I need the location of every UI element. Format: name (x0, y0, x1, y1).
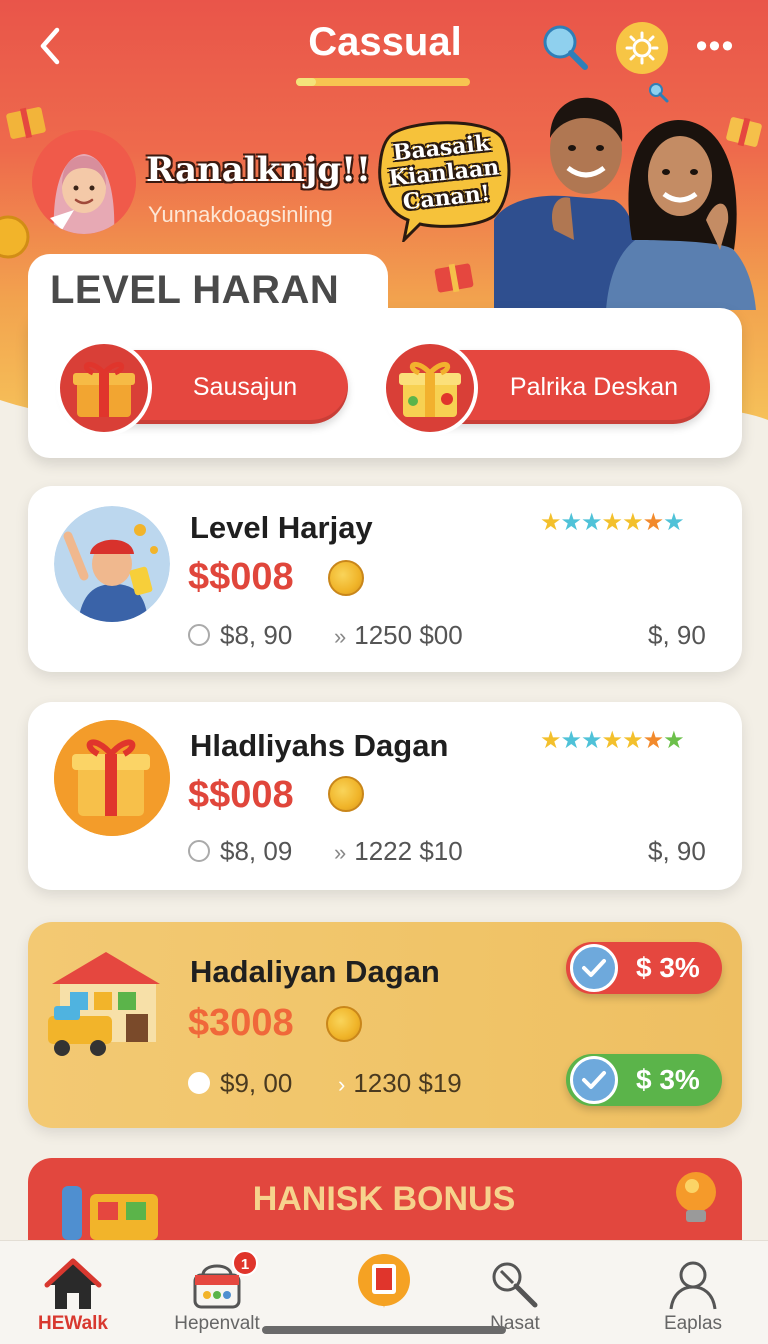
speech-bubble-text: Baasaik Kianlaan Canan! (387, 130, 501, 216)
info-icon (188, 1072, 210, 1095)
search-button[interactable] (540, 22, 590, 72)
user-icon (669, 1261, 717, 1310)
coin-decoration-icon (0, 215, 30, 259)
star-icon: ★ (601, 509, 623, 536)
chevron-right-icon: › (338, 1072, 346, 1097)
offer-meta-mid: » 1222 $10 (334, 836, 463, 866)
offer-price: $3008 (188, 1002, 294, 1044)
info-icon (188, 840, 210, 863)
bonus-title: HANISK BONUS (252, 1180, 516, 1218)
notification-badge: 1 (232, 1250, 258, 1276)
rating-stars: ★★★★★★★ (540, 508, 685, 537)
coin-icon (328, 560, 364, 596)
star-icon: ★ (540, 509, 561, 536)
badge-label: $ 3% (636, 952, 700, 983)
offer-thumbnail (54, 506, 170, 622)
offer-meta-left: $9, 00 (188, 1068, 292, 1099)
info-icon (188, 624, 210, 647)
star-icon: ★ (642, 727, 664, 754)
star-icon: ★ (642, 509, 664, 536)
offer-thumbnail (54, 720, 170, 836)
discount-badge-green[interactable]: $ 3% (566, 1054, 722, 1106)
promo-people-image (494, 97, 756, 310)
clipboard-icon[interactable] (357, 1250, 411, 1314)
offer-title: Hadaliyan Dagan (190, 954, 440, 989)
star-icon: ★ (560, 727, 582, 754)
offer-meta-right: $, 90 (648, 836, 706, 866)
page-title: Cassual (308, 20, 462, 64)
coin-icon (328, 776, 364, 812)
offer-title: Hladliyahs Dagan (190, 728, 449, 763)
profile-subtitle: Yunnakdoagsinling (148, 202, 333, 227)
wrench-icon (492, 1262, 538, 1308)
rating-stars: ★★★★★★★ (540, 726, 685, 755)
gift-decoration-icon (6, 107, 46, 139)
star-icon: ★ (540, 727, 561, 754)
offer-meta-left: $8, 09 (188, 836, 292, 867)
offer-title: Level Harjay (190, 510, 373, 545)
more-menu-button[interactable]: ••• (692, 26, 738, 66)
sausajun-label: Sausajun (192, 372, 298, 401)
discount-badge-red[interactable]: $ 3% (566, 942, 722, 994)
avatar-image (32, 130, 136, 234)
sausajun-button[interactable]: Sausajun (56, 340, 348, 436)
star-icon: ★ (663, 509, 684, 536)
palrika-deskan-button[interactable]: Palrika Deskan (382, 340, 710, 436)
offer-meta-right: $, 90 (648, 620, 706, 650)
title-underline (296, 78, 470, 86)
star-icon: ★ (622, 509, 643, 536)
nav-item-profile[interactable]: Eaplas (628, 1241, 758, 1344)
offer-price: $$008 (188, 556, 294, 598)
settings-button[interactable] (616, 22, 668, 74)
search-icon (543, 25, 588, 70)
top-bar: Cassual ••• (0, 0, 768, 103)
back-button[interactable] (28, 22, 72, 70)
chevron-double-right-icon: » (334, 840, 347, 865)
star-icon: ★ (622, 727, 643, 754)
offer-meta-mid: » 1250 $00 (334, 620, 463, 650)
nav-label: Eaplas (663, 1313, 723, 1334)
check-icon (570, 1056, 618, 1104)
home-indicator (262, 1326, 506, 1334)
home-icon (44, 1258, 102, 1309)
offer-meta-mid: › 1230 $19 (338, 1068, 462, 1098)
star-icon: ★ (560, 509, 582, 536)
chevron-left-icon (40, 27, 60, 65)
title-underline-marker (296, 78, 316, 86)
offer-card-1[interactable]: Level Harjay $$008 ★★★★★★★ $8, 90 » 1250 … (28, 486, 742, 672)
star-icon: ★ (581, 727, 602, 754)
offer-price: $$008 (188, 774, 294, 816)
offer-card-2[interactable]: Hladliyahs Dagan $$008 ★★★★★★★ $8, 09 » 1… (28, 702, 742, 890)
lightbulb-icon (676, 1172, 716, 1222)
sun-gear-icon (625, 31, 659, 65)
star-icon: ★ (601, 727, 623, 754)
avatar[interactable] (32, 130, 136, 234)
coin-icon (326, 1006, 362, 1042)
offer-meta-left: $8, 90 (188, 620, 292, 651)
toy-shop-image (48, 952, 160, 1056)
nav-label: HEWalk (37, 1313, 109, 1334)
nav-item-home[interactable]: HEWalk (8, 1241, 138, 1344)
level-title: LEVEL HARAN (50, 268, 340, 312)
palrika-deskan-label: Palrika Deskan (509, 372, 679, 401)
chevron-double-right-icon: » (334, 624, 347, 649)
badge-label: $ 3% (636, 1064, 700, 1095)
profile-name: Ranalknjg!! (146, 150, 371, 190)
check-icon (570, 944, 618, 992)
star-icon: ★ (581, 509, 602, 536)
gift-decoration-icon (434, 263, 474, 293)
star-icon: ★ (663, 727, 684, 754)
